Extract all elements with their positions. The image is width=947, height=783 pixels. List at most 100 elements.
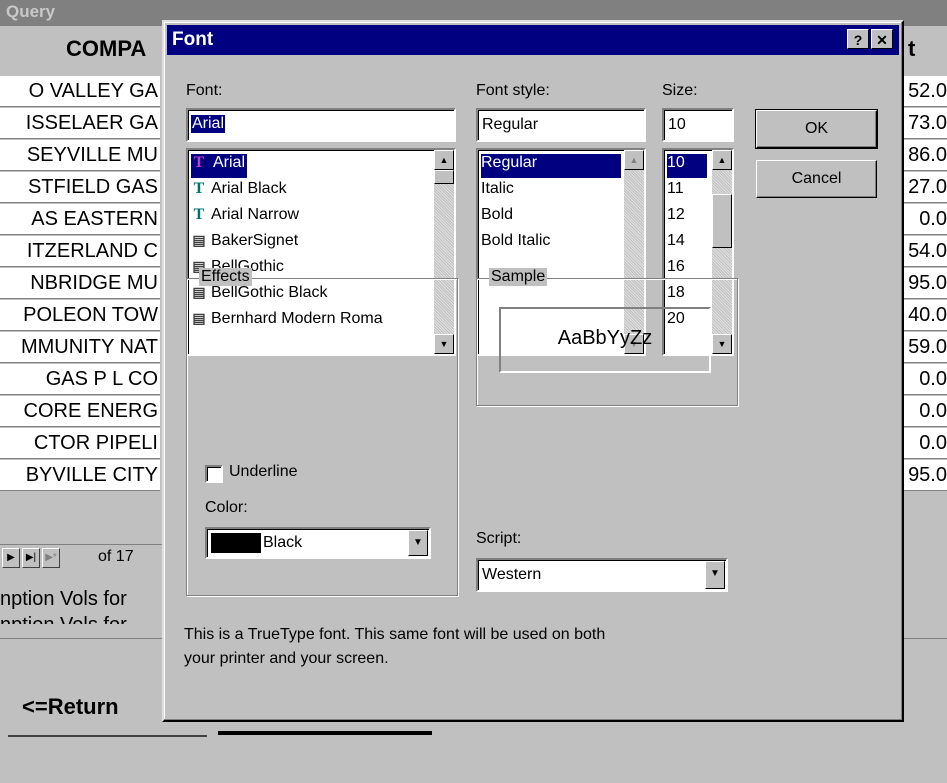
font-list-item[interactable]: T Arial Narrow xyxy=(191,206,299,230)
size-list-item[interactable]: 12 xyxy=(667,206,707,230)
ok-button-label: OK xyxy=(804,120,829,137)
background-note: nption Vols for xyxy=(0,614,127,624)
size-input[interactable]: 10 xyxy=(662,108,734,142)
record-navigator: ▶ ▶| ▶* of 17 xyxy=(0,544,162,571)
background-note: nption Vols for xyxy=(0,588,127,610)
font-input-value: Arial xyxy=(191,115,226,133)
info-text-line2: your printer and your screen. xyxy=(184,650,389,667)
help-button[interactable]: ? xyxy=(847,29,869,49)
close-button[interactable]: ✕ xyxy=(871,29,893,49)
new-record-button[interactable]: ▶* xyxy=(42,548,60,568)
grid-cell: NBRIDGE MU xyxy=(30,272,158,294)
dialog-titlebar: Font ? ✕ xyxy=(167,25,899,55)
header-company: COMPA xyxy=(66,36,147,61)
grid-cell: O VALLEY GA xyxy=(28,80,158,102)
background-window-title: Query xyxy=(6,2,56,21)
grid-cell: POLEON TOW xyxy=(23,304,158,326)
sample-preview: AaBbYyZz xyxy=(499,307,711,373)
font-input[interactable]: Arial xyxy=(186,108,456,142)
grid-cell: ISSELAER GA xyxy=(25,112,158,134)
grid-row-company[interactable]: BYVILLE CITY xyxy=(0,460,160,491)
font-list-item[interactable]: ▤ BakerSignet xyxy=(191,232,298,256)
scroll-thumb[interactable] xyxy=(712,194,732,248)
font-list-item-label: Arial Narrow xyxy=(211,206,300,223)
font-style-input-value: Regular xyxy=(482,116,539,133)
size-list-item[interactable]: 10 xyxy=(667,154,707,178)
divider xyxy=(218,731,432,735)
truetype-icon: T xyxy=(193,154,205,171)
font-style-list-item[interactable]: Regular xyxy=(481,154,621,178)
grid-row-company[interactable]: AS EASTERN xyxy=(0,204,160,235)
font-list-item-label: BakerSignet xyxy=(211,232,299,249)
truetype-icon: T xyxy=(193,180,205,197)
grid-row-company[interactable]: CORE ENERG xyxy=(0,396,160,427)
effects-group: Effects Underline Color: Black ▼ xyxy=(186,268,458,596)
font-style-list-item[interactable]: Italic xyxy=(481,180,621,204)
grid-row-company[interactable]: STFIELD GAS xyxy=(0,172,160,203)
font-style-list-item[interactable]: Bold Italic xyxy=(481,232,621,256)
underline-label: Underline xyxy=(229,463,298,480)
printer-font-icon: ▤ xyxy=(192,232,206,248)
grid-row-company[interactable]: ISSELAER GA xyxy=(0,108,160,139)
size-list-item[interactable]: 11 xyxy=(667,180,707,204)
font-style-label: Font style: xyxy=(476,82,550,99)
font-style-input[interactable]: Regular xyxy=(476,108,646,142)
size-label: Size: xyxy=(662,82,698,99)
record-count: of 17 xyxy=(98,548,134,565)
size-list-item[interactable]: 14 xyxy=(667,232,707,256)
grid-row-company[interactable]: GAS P L CO xyxy=(0,364,160,395)
last-record-button[interactable]: ▶| xyxy=(22,548,40,568)
color-select[interactable]: Black ▼ xyxy=(205,527,431,559)
font-list-item[interactable]: T Arial Black xyxy=(191,180,287,204)
grid-cell: BYVILLE CITY xyxy=(25,464,158,486)
sample-group: Sample AaBbYyZz xyxy=(476,268,738,406)
chevron-down-icon[interactable]: ▼ xyxy=(705,561,725,589)
font-dialog: Font ? ✕ Font: Arial T Arial T Arial Black T… xyxy=(162,20,904,722)
grid-cell: CTOR PIPELI xyxy=(33,432,158,454)
underline-checkbox[interactable] xyxy=(205,465,223,483)
script-select[interactable]: Western ▼ xyxy=(476,558,728,592)
script-select-value: Western xyxy=(482,566,542,583)
sample-text: AaBbYyZz xyxy=(557,327,653,349)
color-label: Color: xyxy=(205,499,248,516)
next-record-button[interactable]: ▶ xyxy=(2,548,20,568)
grid-row-company[interactable]: SEYVILLE MU xyxy=(0,140,160,171)
grid-row-company[interactable]: POLEON TOW xyxy=(0,300,160,331)
ok-button[interactable]: OK xyxy=(755,109,878,149)
font-list-item-label: Arial Black xyxy=(211,180,287,197)
grid-row-company[interactable]: O VALLEY GA xyxy=(0,76,160,107)
chevron-down-icon[interactable]: ▼ xyxy=(408,530,428,556)
grid-cell: STFIELD GAS xyxy=(27,176,158,198)
cancel-button-label: Cancel xyxy=(791,170,842,187)
cancel-button[interactable]: Cancel xyxy=(756,160,877,198)
effects-label: Effects xyxy=(199,268,252,286)
font-list-item[interactable]: T Arial xyxy=(191,154,248,178)
scroll-up-button[interactable]: ▲ xyxy=(712,150,732,170)
grid-row-company[interactable]: NBRIDGE MU xyxy=(0,268,160,299)
color-select-value: Black xyxy=(263,534,303,551)
grid-cell: AS EASTERN xyxy=(31,208,158,230)
scroll-up-button[interactable]: ▲ xyxy=(434,150,454,170)
grid-cell: SEYVILLE MU xyxy=(26,144,158,166)
sample-label: Sample xyxy=(489,268,548,286)
return-button-label: <=Return xyxy=(22,694,119,719)
grid-row-company[interactable]: MMUNITY NAT xyxy=(0,332,160,363)
font-style-list-item[interactable]: Bold xyxy=(481,206,621,230)
script-label: Script: xyxy=(476,530,522,547)
info-text-line1: This is a TrueType font. This same font … xyxy=(184,626,606,643)
grid-cell: ITZERLAND C xyxy=(26,240,158,262)
color-swatch xyxy=(211,533,261,553)
grid-row-company[interactable]: CTOR PIPELI xyxy=(0,428,160,459)
truetype-icon: T xyxy=(193,206,205,223)
font-list-item-label: Arial xyxy=(213,154,246,171)
scroll-up-button[interactable]: ▲ xyxy=(624,150,644,170)
grid-cell: GAS P L CO xyxy=(45,368,158,390)
font-label: Font: xyxy=(186,82,223,99)
grid-row-company[interactable]: ITZERLAND C xyxy=(0,236,160,267)
dialog-title: Font xyxy=(172,29,214,50)
grid-cell: CORE ENERG xyxy=(23,400,158,422)
size-input-value: 10 xyxy=(668,116,686,133)
grid-cell: MMUNITY NAT xyxy=(20,336,158,358)
scroll-thumb[interactable] xyxy=(434,170,454,184)
header-right: t xyxy=(908,36,916,61)
